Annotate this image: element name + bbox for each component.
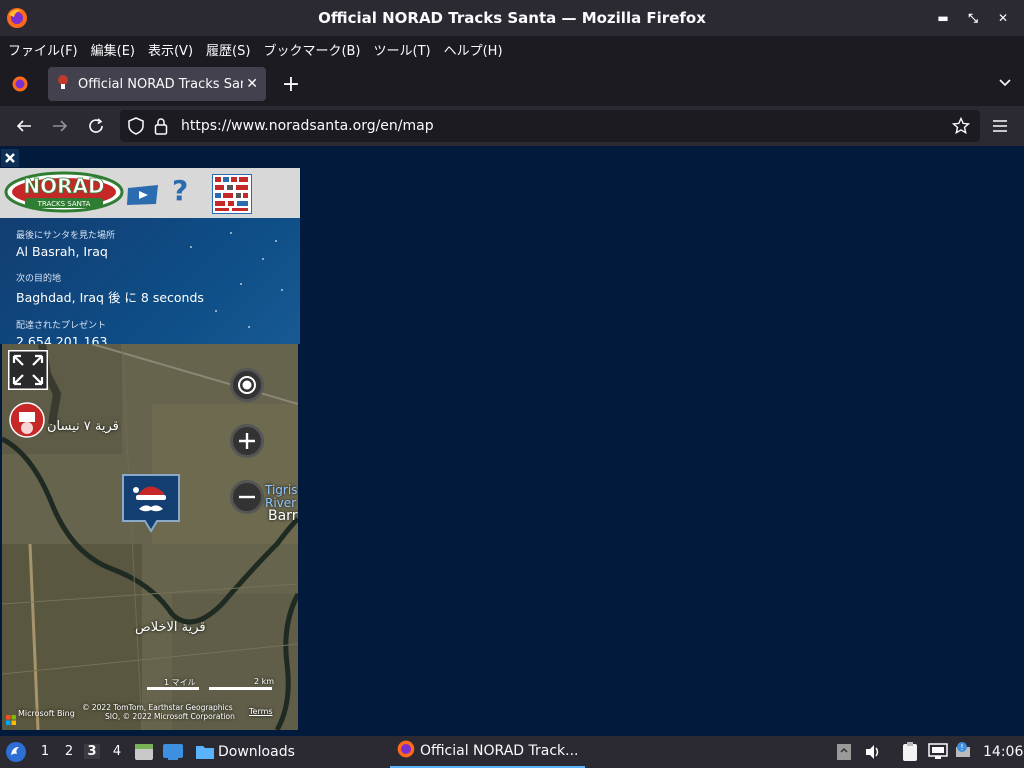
microsoft-logo-icon [6, 710, 16, 729]
copyright-line-1: © 2022 TomTom, Earthstar Geographics [82, 703, 233, 712]
games-calendar-icon[interactable] [212, 174, 252, 218]
url-text[interactable]: https://www.noradsanta.org/en/map [181, 118, 434, 134]
back-icon[interactable] [13, 115, 35, 137]
volume-icon[interactable] [864, 743, 882, 765]
logo-text: NORAD [23, 174, 104, 198]
video-play-icon[interactable] [126, 184, 160, 210]
lock-icon[interactable] [154, 117, 168, 139]
help-icon[interactable]: ? [172, 174, 188, 207]
map-place-label: قرية ٧ نيسان [47, 419, 119, 434]
notes-tray-icon[interactable] [900, 742, 920, 766]
update-notification-icon[interactable]: ! [954, 741, 974, 765]
navigation-bar: https://www.noradsanta.org/en/map [0, 106, 1024, 146]
firefox-task-label: Official NORAD Track... [420, 743, 579, 759]
file-manager-icon[interactable] [134, 743, 154, 765]
start-menu-icon[interactable] [5, 741, 27, 767]
close-panel-icon[interactable] [1, 149, 19, 167]
gifts-delivered-label: 配達されたプレゼント [16, 321, 107, 331]
norad-tracker-icon[interactable] [9, 402, 45, 442]
menu-edit[interactable]: 編集(E) [91, 40, 135, 59]
restore-icon[interactable]: ⤡ [962, 8, 984, 28]
bookmark-star-icon[interactable] [951, 116, 971, 139]
river-label: Tigris [265, 483, 298, 497]
menu-file[interactable]: ファイル(F) [8, 40, 78, 59]
window-title: Official NORAD Tracks Santa — Mozilla Fi… [318, 9, 706, 27]
norad-logo[interactable]: NORAD TRACKS SANTA [3, 170, 125, 214]
locate-santa-icon[interactable] [230, 368, 264, 402]
fullscreen-icon[interactable] [7, 349, 49, 394]
next-destination-label: 次の目的地 [16, 274, 62, 284]
menu-view[interactable]: 表示(V) [148, 40, 193, 59]
scale-miles-label: 1 マイル [164, 678, 196, 687]
workspace-2[interactable]: 2 [61, 744, 77, 759]
menu-tools[interactable]: ツール(T) [374, 40, 431, 59]
tab-norad[interactable]: Official NORAD Tracks Santa ✕ [48, 67, 266, 101]
clock[interactable]: 14:06 [983, 744, 1023, 760]
minimize-icon[interactable]: ▬ [932, 8, 954, 28]
menu-history[interactable]: 履歴(S) [206, 40, 250, 59]
workspace-3[interactable]: 3 [84, 744, 100, 759]
map-place-label-2: قرية الاخلاص [135, 620, 206, 635]
firefox-task-icon [396, 739, 416, 763]
menu-bookmarks[interactable]: ブックマーク(B) [263, 40, 360, 59]
new-tab-icon[interactable]: + [280, 72, 302, 97]
hamburger-menu-icon[interactable] [989, 115, 1011, 137]
town-label: Barr [268, 508, 298, 524]
last-seen-label: 最後にサンタを見た場所 [16, 231, 116, 241]
tab-bar: Official NORAD Tracks Santa ✕ + [0, 62, 1024, 106]
firefox-view-icon[interactable] [11, 75, 29, 97]
forward-icon[interactable] [49, 115, 71, 137]
svg-text:!: ! [960, 743, 963, 752]
zoom-out-icon[interactable] [230, 480, 264, 514]
tracker-header: NORAD TRACKS SANTA ? [0, 168, 300, 218]
workspace-1[interactable]: 1 [37, 744, 53, 759]
terms-link[interactable]: Terms [249, 707, 273, 716]
window-titlebar: Official NORAD Tracks Santa — Mozilla Fi… [0, 0, 1024, 36]
page-content: NORAD TRACKS SANTA ? 最後にサンタを見た場所 Al Basr… [0, 146, 1024, 736]
scale-km-label: 2 km [254, 677, 275, 686]
logo-subtext: TRACKS SANTA [37, 200, 91, 208]
firefox-logo-icon [5, 6, 29, 34]
tab-title: Official NORAD Tracks Santa [78, 76, 243, 92]
network-icon[interactable] [928, 743, 948, 765]
reload-icon[interactable] [85, 115, 107, 137]
menu-help[interactable]: ヘルプ(H) [444, 40, 503, 59]
gifts-delivered-value: 2,654,201,163 [16, 334, 108, 344]
folder-icon[interactable] [195, 743, 215, 765]
chevron-down-icon[interactable] [998, 74, 1012, 93]
zoom-in-icon[interactable] [230, 424, 264, 458]
url-bar[interactable]: https://www.noradsanta.org/en/map [120, 110, 980, 142]
firefox-task[interactable]: Official NORAD Track... [390, 736, 585, 768]
tracker-info: 最後にサンタを見た場所 Al Basrah, Iraq 次の目的地 Baghda… [0, 218, 300, 344]
taskbar: 1 2 3 4 Downloads Official NORAD Track..… [0, 736, 1024, 768]
desktop-icon[interactable] [162, 743, 184, 765]
downloads-task[interactable]: Downloads [218, 744, 295, 760]
next-destination-value: Baghdad, Iraq 後 に 8 seconds [16, 290, 204, 305]
shield-icon[interactable] [128, 117, 144, 139]
tracker-panel: NORAD TRACKS SANTA ? 最後にサンタを見た場所 Al Basr… [0, 168, 300, 730]
copyright-line-2: SIO, © 2022 Microsoft Corporation [105, 712, 235, 721]
last-seen-value: Al Basrah, Iraq [16, 244, 108, 259]
santa-marker-icon[interactable] [121, 473, 181, 539]
workspace-4[interactable]: 4 [109, 744, 125, 759]
menu-bar: ファイル(F) 編集(E) 表示(V) 履歴(S) ブックマーク(B) ツール(… [0, 36, 1024, 62]
close-window-icon[interactable]: ✕ [992, 8, 1014, 28]
santa-map[interactable]: قرية ٧ نيسان Tigris River Barr قرية الاخ… [2, 344, 298, 730]
clipboard-tray-icon[interactable] [836, 743, 852, 765]
norad-favicon-icon [56, 74, 70, 94]
scale-bar-km [209, 687, 272, 690]
close-tab-icon[interactable]: ✕ [246, 76, 258, 92]
bing-attribution: Microsoft Bing [18, 709, 75, 718]
